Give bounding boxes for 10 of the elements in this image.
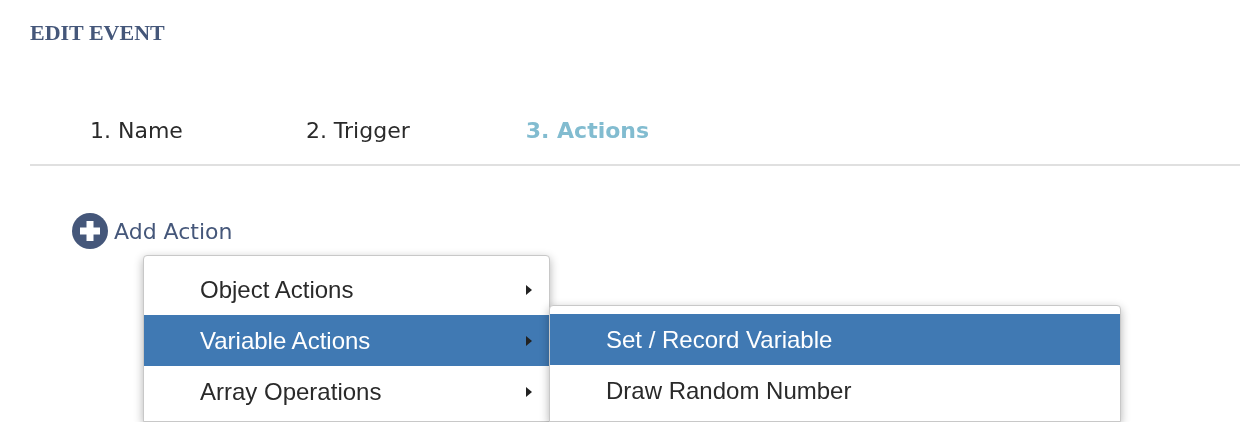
step-tab[interactable]: 2. Trigger — [305, 116, 410, 146]
menu-item[interactable]: Draw Random Number — [550, 365, 1120, 416]
add-action-button[interactable]: Add Action — [72, 213, 233, 249]
page-title: EDIT EVENT — [29, 19, 166, 44]
step-tab[interactable]: 1. Name — [90, 116, 183, 146]
menu-item[interactable]: Variable Actions — [144, 315, 549, 366]
menu-item[interactable]: Object Actions — [144, 264, 549, 315]
plus-icon — [72, 213, 108, 249]
menu-item[interactable]: Set / Record Variable — [550, 314, 1120, 365]
menu-item[interactable]: Array Operations — [144, 366, 549, 417]
